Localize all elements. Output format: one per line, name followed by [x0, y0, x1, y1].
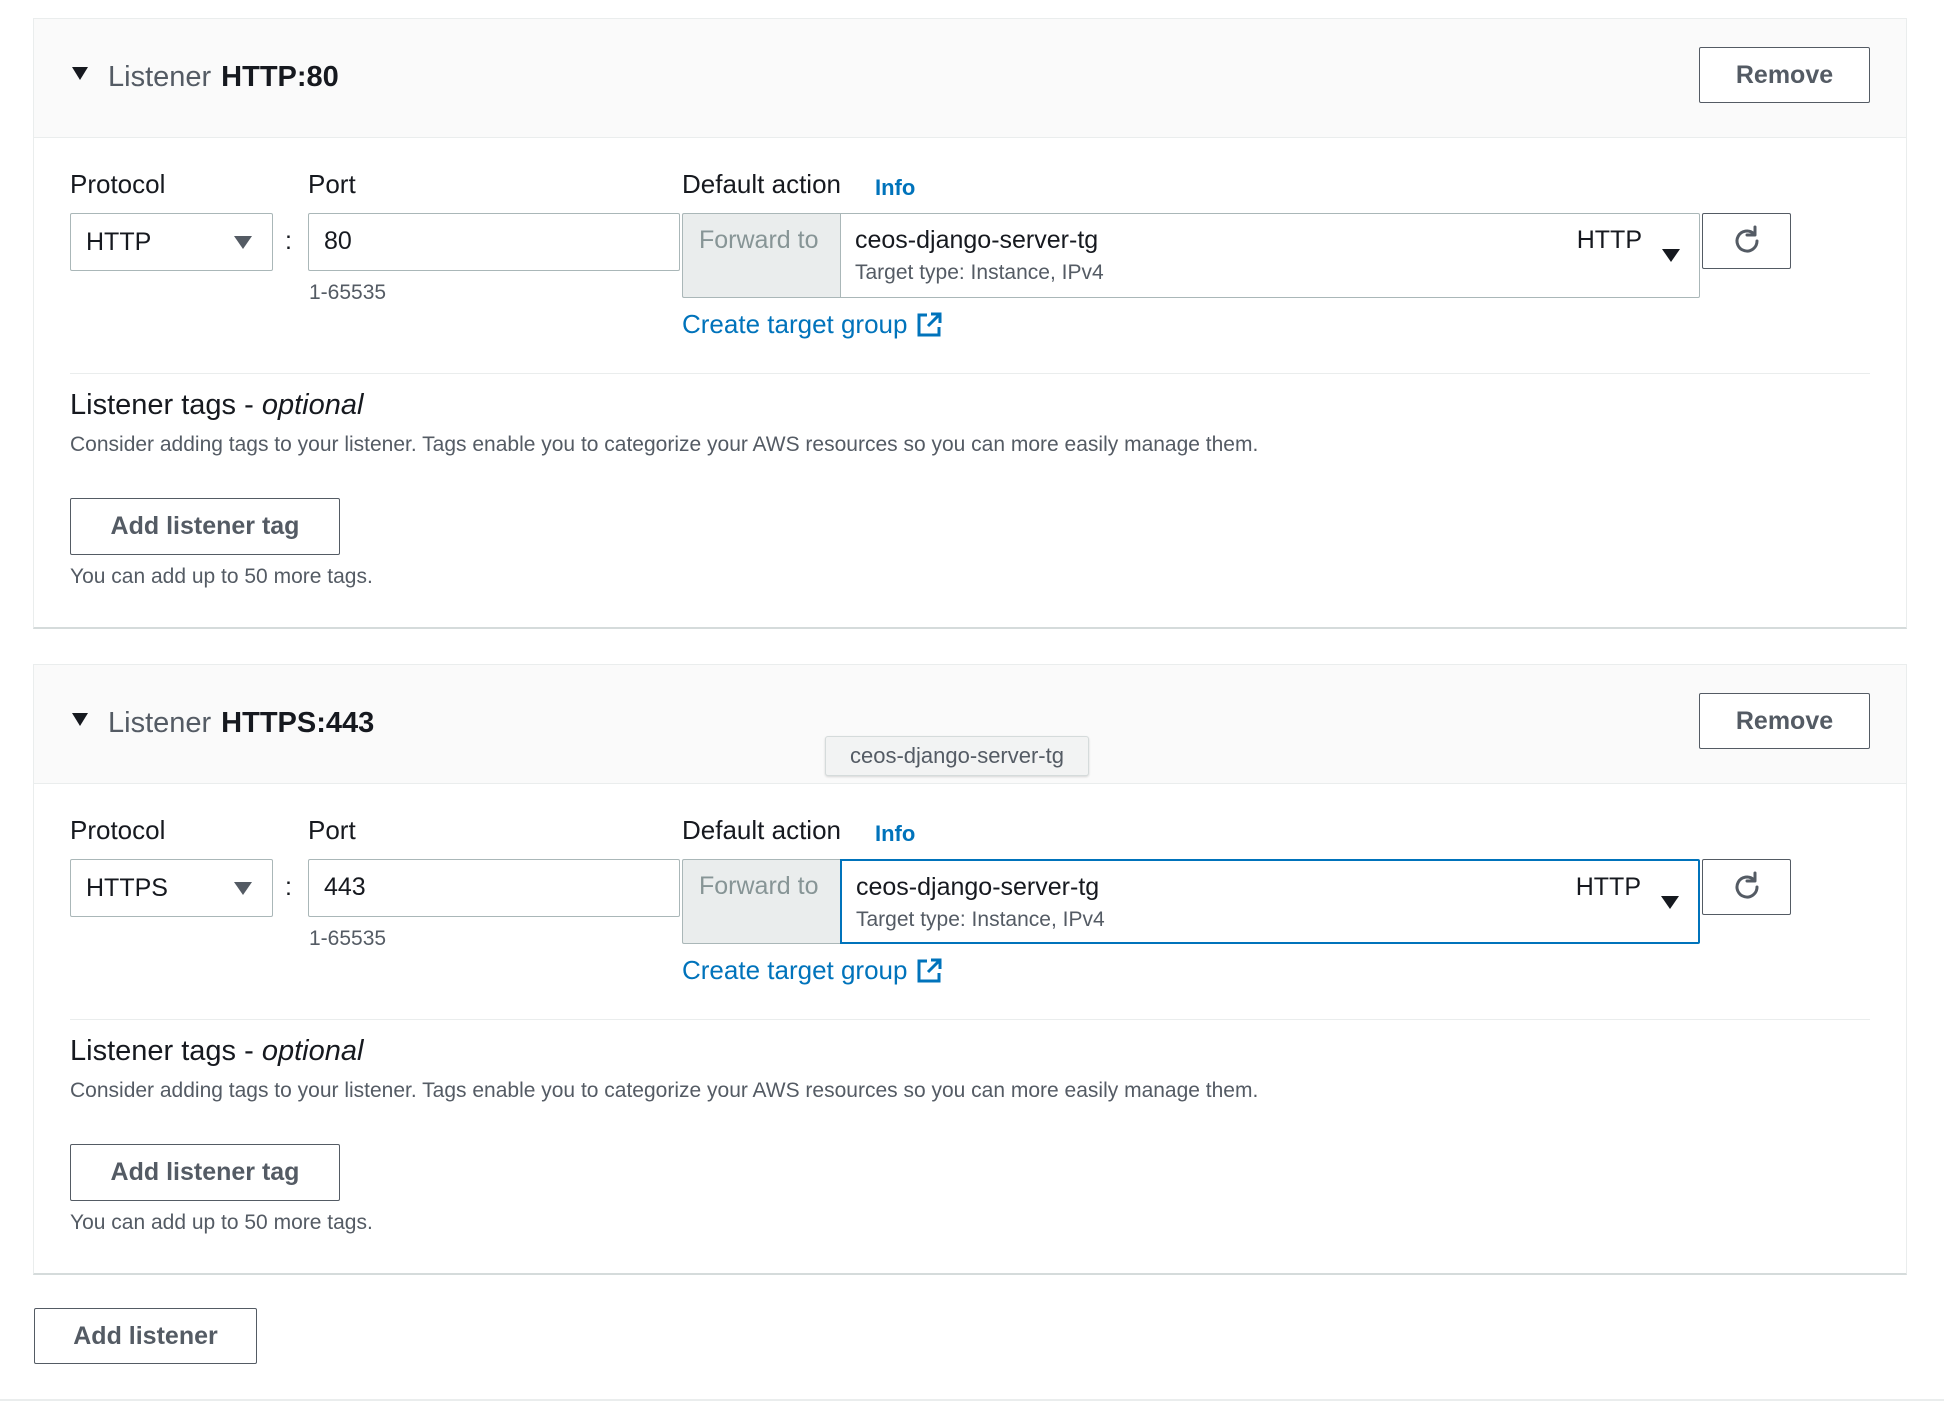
- forward-to-label: Forward to: [682, 859, 840, 944]
- listener-title-value: HTTP:80: [221, 61, 339, 93]
- default-action-label: Default action: [682, 815, 841, 845]
- listener-title[interactable]: Listener HTTP:80: [108, 61, 339, 94]
- remove-listener-button[interactable]: Remove: [1699, 693, 1870, 749]
- triangle-down-icon: [234, 236, 252, 249]
- triangle-down-icon: [234, 882, 252, 895]
- listener-tags-description: Consider adding tags to your listener. T…: [70, 433, 1259, 456]
- caret-down-icon[interactable]: [72, 67, 88, 80]
- listener-header: Listener HTTP:80 Remove: [34, 19, 1906, 138]
- triangle-down-icon: [1661, 896, 1679, 909]
- target-protocol: HTTP: [1576, 226, 1642, 254]
- tags-title-optional: optional: [261, 389, 364, 421]
- protocol-select[interactable]: HTTPS: [70, 859, 273, 917]
- protocol-select[interactable]: HTTP: [70, 213, 273, 271]
- add-listener-tag-button[interactable]: Add listener tag: [70, 1144, 340, 1201]
- triangle-down-icon: [1662, 249, 1680, 262]
- target-type: Target type: Instance, IPv4: [855, 261, 1104, 284]
- listener-title-prefix: Listener: [108, 61, 212, 93]
- section-divider: [70, 373, 1870, 374]
- tags-title-text: Listener tags -: [70, 1035, 262, 1067]
- listener-tags-title: Listener tags - optional: [70, 1035, 363, 1068]
- listener-title[interactable]: Listener HTTPS:443: [108, 707, 374, 740]
- forward-to-label: Forward to: [682, 213, 840, 298]
- port-label: Port: [308, 815, 356, 845]
- info-link[interactable]: Info: [875, 821, 915, 847]
- tags-limit-text: You can add up to 50 more tags.: [70, 565, 373, 588]
- port-input[interactable]: 443: [308, 859, 680, 917]
- target-group-select[interactable]: ceos-django-server-tg Target type: Insta…: [840, 859, 1700, 944]
- port-input[interactable]: 80: [308, 213, 680, 271]
- external-link-icon: [917, 958, 942, 982]
- listeners-page: Listener HTTP:80 Remove Protocol Port Def…: [0, 0, 1944, 1404]
- target-group-name: ceos-django-server-tg: [855, 226, 1099, 254]
- bottom-divider: [0, 1399, 1944, 1401]
- target-type: Target type: Instance, IPv4: [856, 908, 1105, 931]
- default-action-control: Forward to ceos-django-server-tg Target …: [682, 859, 1700, 944]
- create-target-group-link[interactable]: Create target group: [682, 309, 943, 340]
- listener-title-value: HTTPS:443: [221, 707, 375, 739]
- tags-title-optional: optional: [261, 1035, 364, 1067]
- add-listener-button[interactable]: Add listener: [34, 1308, 257, 1364]
- refresh-button[interactable]: [1702, 859, 1791, 915]
- create-target-group-link[interactable]: Create target group: [682, 955, 943, 986]
- listener-tags-title: Listener tags - optional: [70, 389, 363, 422]
- add-listener-tag-button[interactable]: Add listener tag: [70, 498, 340, 555]
- refresh-icon: [1735, 225, 1759, 253]
- port-label: Port: [308, 169, 356, 199]
- target-group-select[interactable]: ceos-django-server-tg Target type: Insta…: [840, 213, 1700, 298]
- port-hint: 1-65535: [309, 281, 387, 304]
- target-group-name: ceos-django-server-tg: [856, 873, 1100, 901]
- port-separator: :: [285, 873, 292, 901]
- target-group-tooltip: ceos-django-server-tg: [825, 736, 1089, 776]
- create-target-group-label: Create target group: [682, 309, 908, 339]
- refresh-icon: [1735, 871, 1759, 899]
- listener-tags-description: Consider adding tags to your listener. T…: [70, 1079, 1259, 1102]
- default-action-label: Default action: [682, 169, 841, 199]
- protocol-value: HTTP: [86, 228, 152, 256]
- section-divider: [70, 1019, 1870, 1020]
- external-link-icon: [917, 312, 942, 336]
- target-protocol: HTTP: [1575, 873, 1641, 901]
- create-target-group-label: Create target group: [682, 955, 908, 985]
- port-hint: 1-65535: [309, 927, 387, 950]
- refresh-button[interactable]: [1702, 213, 1791, 269]
- protocol-value: HTTPS: [86, 874, 168, 902]
- tags-limit-text: You can add up to 50 more tags.: [70, 1211, 373, 1234]
- remove-listener-button[interactable]: Remove: [1699, 47, 1870, 103]
- default-action-control: Forward to ceos-django-server-tg Target …: [682, 213, 1700, 298]
- caret-down-icon[interactable]: [72, 713, 88, 726]
- listener-panel-http-80: Listener HTTP:80 Remove Protocol Port Def…: [33, 18, 1907, 629]
- listener-title-prefix: Listener: [108, 707, 212, 739]
- protocol-label: Protocol: [70, 815, 166, 845]
- port-separator: :: [285, 227, 292, 255]
- tags-title-text: Listener tags -: [70, 389, 262, 421]
- info-link[interactable]: Info: [875, 175, 915, 201]
- protocol-label: Protocol: [70, 169, 166, 199]
